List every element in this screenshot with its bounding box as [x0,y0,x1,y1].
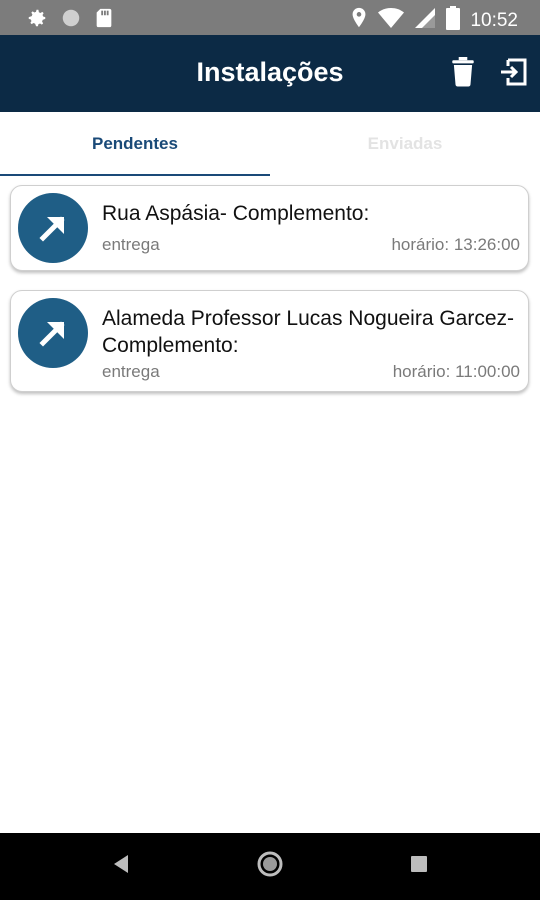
home-button[interactable] [255,851,285,881]
clock: 10:52 [470,9,518,31]
arrow-up-right-icon [18,193,88,263]
item-type: entrega [102,235,160,254]
item-time: horário: 11:00:00 [392,362,520,381]
list-item[interactable]: Rua Aspásia- Complemento: entrega horári… [10,185,529,271]
active-tab-indicator [0,174,270,176]
tab-enviadas[interactable]: Enviadas [270,112,540,176]
circle-icon [60,7,82,34]
back-button[interactable] [106,851,136,881]
logout-button[interactable] [497,57,531,91]
list-item[interactable]: Alameda Professor Lucas Nogueira Garcez-… [10,290,529,392]
gear-icon [26,7,48,34]
item-address: Alameda Professor Lucas Nogueira Garcez-… [102,307,515,357]
trash-icon [450,56,476,92]
back-icon [111,853,131,880]
sd-card-icon [94,7,114,34]
location-icon [350,7,368,34]
item-type: entrega [102,362,160,381]
battery-icon [446,6,461,35]
app-bar: Instalações [0,35,540,112]
logout-icon [499,57,529,92]
wifi-icon [378,7,405,34]
item-address: Rua Aspásia- Complemento: [102,202,370,225]
recent-apps-button[interactable] [404,851,434,881]
item-time: horário: 13:26:00 [391,235,520,254]
tab-bar: Pendentes Enviadas [0,112,540,176]
status-bar: 10:52 [0,0,540,35]
delete-button[interactable] [446,56,480,92]
status-right-icons: 10:52 [350,6,518,35]
signal-icon [414,7,436,34]
status-left-icons [26,7,114,34]
recent-apps-icon [409,854,429,879]
arrow-up-right-icon [18,298,88,368]
tab-pendentes[interactable]: Pendentes [0,112,270,176]
navigation-bar [0,833,540,900]
home-icon [256,850,284,883]
